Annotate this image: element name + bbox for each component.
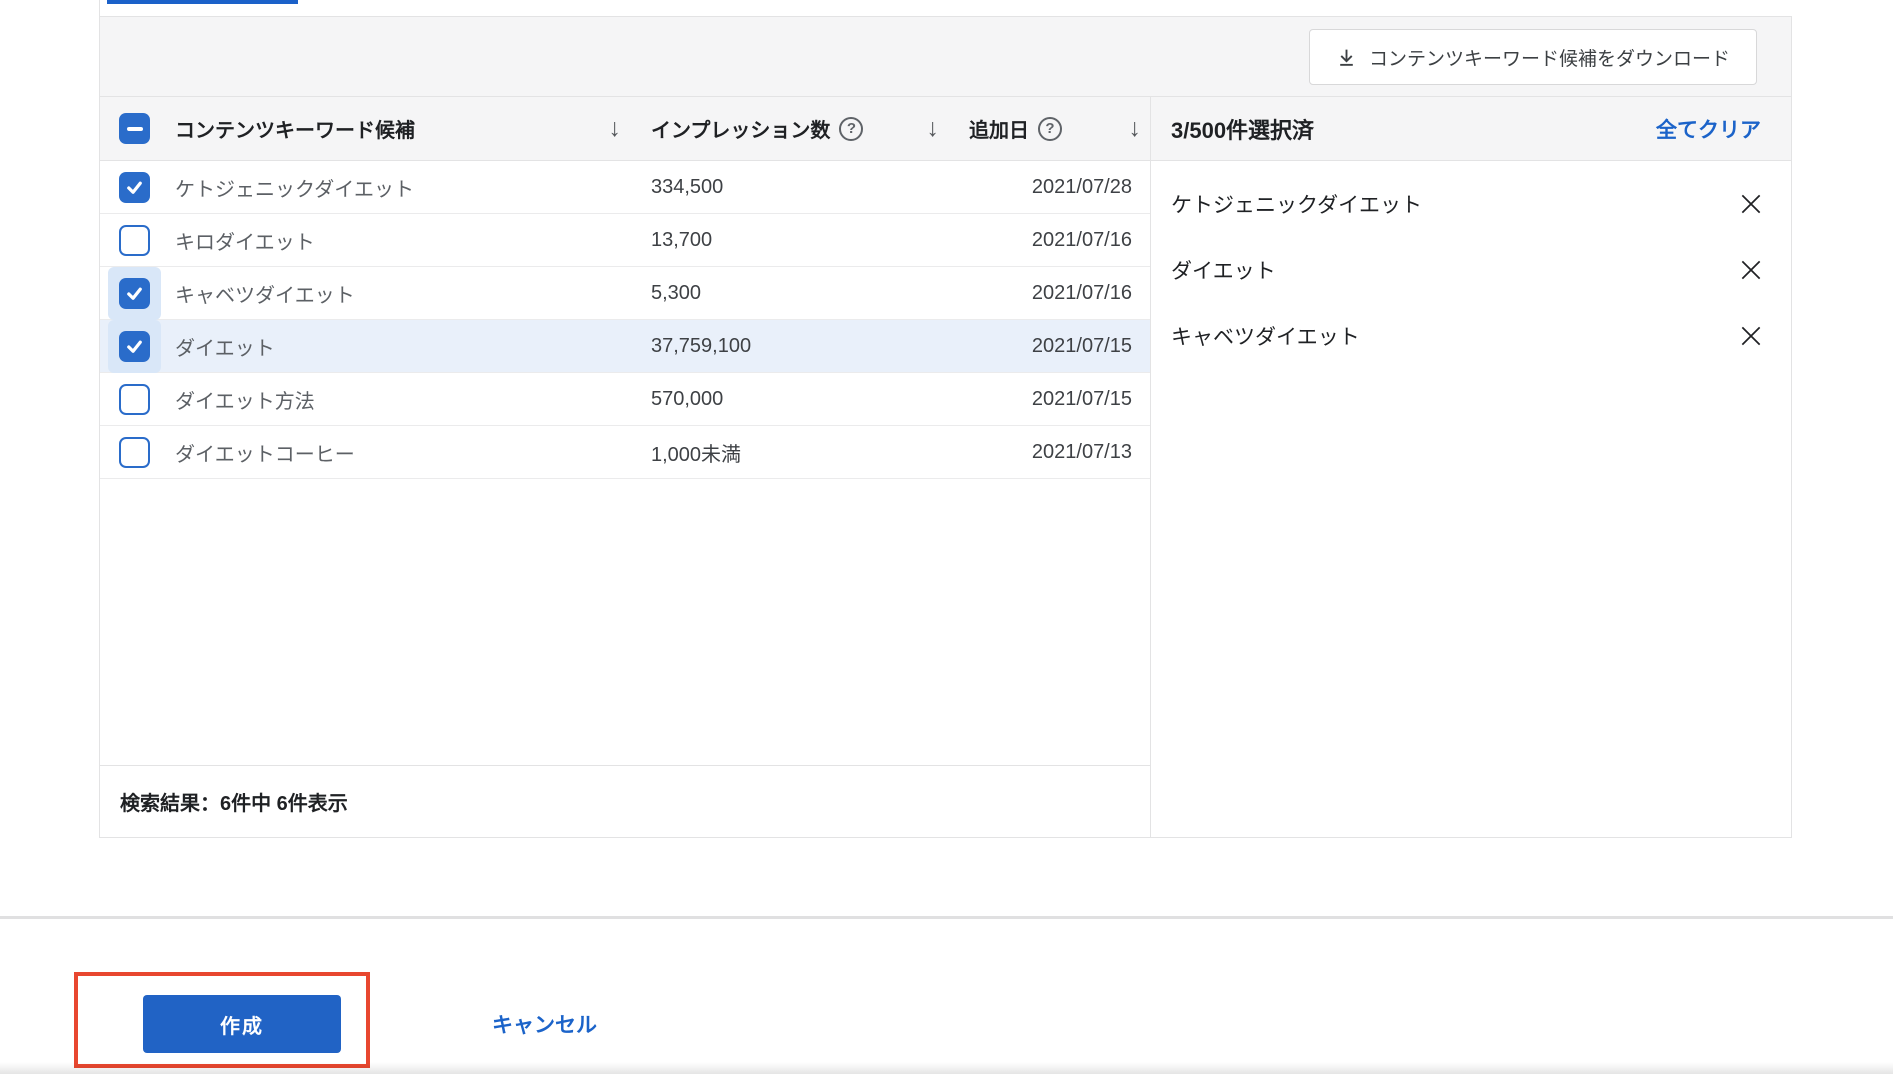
- selection-panel-header: 3/500件選択済 全てクリア: [1151, 97, 1791, 161]
- clear-all-link[interactable]: 全てクリア: [1656, 114, 1761, 144]
- table-row[interactable]: ダイエットコーヒー 1,000未満 2021/07/13: [100, 426, 1150, 479]
- help-icon[interactable]: ?: [839, 116, 864, 141]
- bottom-edge-shadow: [0, 1062, 1893, 1074]
- selected-keyword-label: キャベツダイエット: [1171, 326, 1360, 349]
- table-toolbar: コンテンツキーワード候補をダウンロード: [100, 17, 1791, 97]
- keyword-cell: キャベツダイエット: [175, 285, 355, 307]
- download-icon: [1336, 47, 1357, 68]
- impressions-cell: 37,759,100: [651, 335, 752, 357]
- impressions-column-label: インプレッション数: [651, 120, 831, 142]
- sort-desc-icon[interactable]: ↓: [609, 116, 622, 141]
- row-checkbox[interactable]: [119, 331, 150, 362]
- selected-keywords-panel: 3/500件選択済 全てクリア ケトジェニックダイエット ダイエット キャベツダ…: [1151, 97, 1791, 837]
- added-date-cell: 2021/07/15: [1031, 335, 1132, 357]
- selected-keyword-label: ケトジェニックダイエット: [1171, 194, 1422, 217]
- row-checkbox[interactable]: [119, 225, 150, 256]
- indeterminate-icon: [126, 126, 143, 131]
- keyword-cell: ダイエットコーヒー: [175, 444, 355, 466]
- download-button-label: コンテンツキーワード候補をダウンロード: [1368, 48, 1730, 70]
- impressions-cell: 13,700: [651, 229, 713, 251]
- table-row[interactable]: ダイエット 37,759,100 2021/07/15: [100, 320, 1150, 373]
- keyword-candidates-container: コンテンツキーワード候補をダウンロード コンテンツキーワード候補 ↓ インプレッ…: [99, 16, 1792, 838]
- added-date-cell: 2021/07/15: [1031, 388, 1132, 410]
- selected-keyword-label: ダイエット: [1171, 260, 1276, 283]
- table-header-row: コンテンツキーワード候補 ↓ インプレッション数 ? ↓ 追加日 ? ↓: [100, 97, 1150, 161]
- selection-count: 3/500件選択済: [1171, 117, 1315, 143]
- added-date-cell: 2021/07/16: [1031, 229, 1132, 251]
- row-checkbox-wrap: [108, 426, 161, 479]
- keyword-cell: ケトジェニックダイエット: [175, 179, 414, 201]
- row-checkbox[interactable]: [119, 437, 150, 468]
- impressions-cell: 334,500: [651, 176, 724, 198]
- keyword-cell: キロダイエット: [175, 232, 315, 254]
- row-checkbox-wrap: [108, 373, 161, 426]
- impressions-cell: 1,000未満: [651, 444, 742, 466]
- table-body: ケトジェニックダイエット 334,500 2021/07/28 キロダイエット …: [100, 161, 1150, 479]
- added-date-cell: 2021/07/28: [1031, 176, 1132, 198]
- candidates-table: コンテンツキーワード候補 ↓ インプレッション数 ? ↓ 追加日 ? ↓ ケトジ…: [100, 97, 1151, 837]
- keyword-cell: ダイエット: [175, 338, 275, 360]
- select-all-checkbox-wrap: [119, 113, 150, 144]
- header-added-date-column: 追加日 ? ↓: [947, 114, 1151, 143]
- impressions-cell: 570,000: [651, 388, 724, 410]
- cancel-link[interactable]: キャンセル: [492, 995, 597, 1053]
- table-row[interactable]: ケトジェニックダイエット 334,500 2021/07/28: [100, 161, 1150, 214]
- results-summary: 検索結果：6件中 6件表示: [100, 765, 1150, 837]
- table-row[interactable]: キャベツダイエット 5,300 2021/07/16: [100, 267, 1150, 320]
- sort-desc-icon[interactable]: ↓: [927, 116, 940, 141]
- container-border: [99, 0, 100, 17]
- close-icon[interactable]: [1737, 256, 1765, 284]
- row-checkbox-wrap: [108, 320, 161, 373]
- row-checkbox-wrap: [108, 214, 161, 267]
- selected-items-list: ケトジェニックダイエット ダイエット キャベツダイエット: [1151, 161, 1791, 369]
- header-keyword-column: コンテンツキーワード候補 ↓: [100, 113, 637, 144]
- added-date-column-label: 追加日: [969, 120, 1029, 142]
- row-checkbox[interactable]: [119, 172, 150, 203]
- close-icon[interactable]: [1737, 190, 1765, 218]
- help-icon[interactable]: ?: [1038, 116, 1062, 141]
- table-row[interactable]: ダイエット方法 570,000 2021/07/15: [100, 373, 1150, 426]
- table-row[interactable]: キロダイエット 13,700 2021/07/16: [100, 214, 1150, 267]
- row-checkbox[interactable]: [119, 278, 150, 309]
- download-candidates-button[interactable]: コンテンツキーワード候補をダウンロード: [1308, 29, 1757, 85]
- keyword-column-label: コンテンツキーワード候補: [175, 120, 415, 142]
- added-date-cell: 2021/07/13: [1031, 441, 1132, 463]
- create-button[interactable]: 作成: [143, 995, 341, 1053]
- main-content: コンテンツキーワード候補 ↓ インプレッション数 ? ↓ 追加日 ? ↓ ケトジ…: [100, 97, 1791, 837]
- sort-desc-icon[interactable]: ↓: [1129, 116, 1142, 141]
- row-checkbox[interactable]: [119, 384, 150, 415]
- selected-keyword-item: キャベツダイエット: [1151, 303, 1791, 369]
- table-empty-area: [100, 479, 1150, 765]
- close-icon[interactable]: [1737, 322, 1765, 350]
- added-date-cell: 2021/07/16: [1031, 282, 1132, 304]
- impressions-cell: 5,300: [651, 282, 702, 304]
- selected-keyword-item: ダイエット: [1151, 237, 1791, 303]
- selected-keyword-item: ケトジェニックダイエット: [1151, 171, 1791, 237]
- row-checkbox-wrap: [108, 267, 161, 320]
- keyword-cell: ダイエット方法: [175, 391, 315, 413]
- select-all-checkbox[interactable]: [119, 113, 150, 144]
- active-tab-underline: [107, 0, 298, 4]
- row-checkbox-wrap: [108, 161, 161, 214]
- keyword-selection-screen: コンテンツキーワード候補をダウンロード コンテンツキーワード候補 ↓ インプレッ…: [0, 0, 1893, 1074]
- footer-divider: [0, 916, 1893, 919]
- header-impressions-column: インプレッション数 ? ↓: [637, 114, 947, 143]
